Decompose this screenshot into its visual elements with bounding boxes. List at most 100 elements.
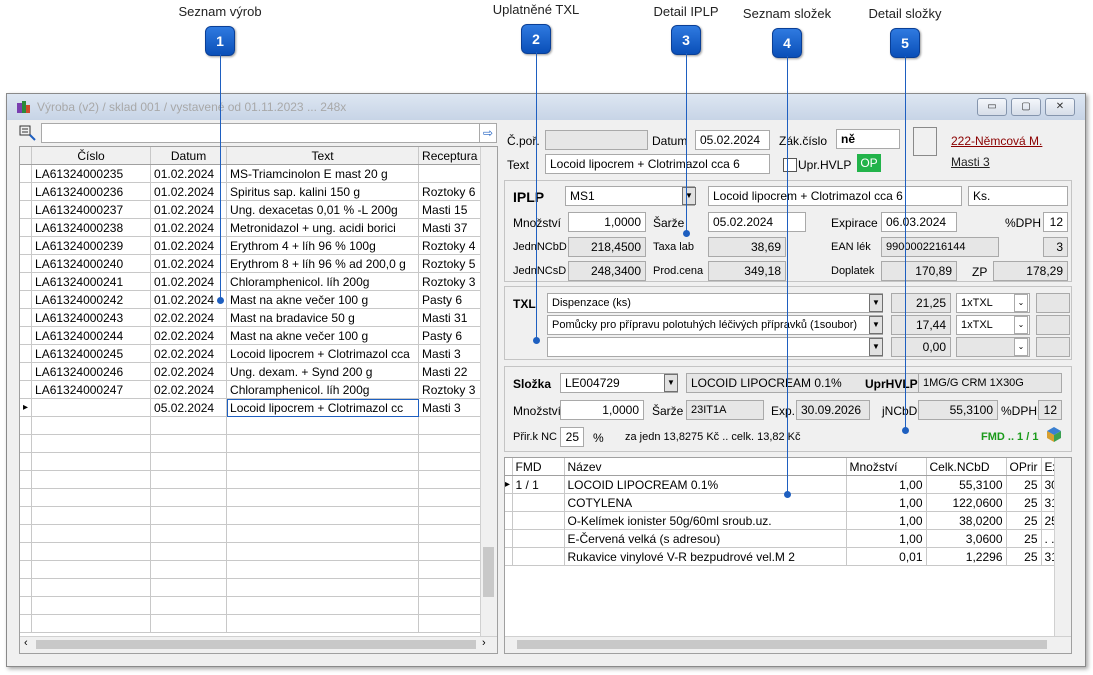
cell-cislo[interactable]: LA61324000237 — [31, 200, 152, 219]
comp-cell-nazev[interactable]: Rukavice vinylové V-R bezpudrové vel.M 2 — [564, 547, 847, 566]
table-row[interactable] — [20, 452, 482, 471]
txl-name-dropdown-icon[interactable]: ▼ — [869, 316, 883, 334]
cell-datum[interactable]: 01.02.2024 — [150, 218, 228, 237]
cell-text[interactable]: Erythrom 8 + líh 96 % ad 200,0 g — [226, 254, 420, 273]
iplp-dph-field[interactable]: 12 — [1043, 212, 1068, 232]
cell-datum[interactable] — [150, 506, 228, 525]
cell-text[interactable]: Chloramphenicol. líh 200g — [226, 380, 420, 399]
cell-cislo[interactable]: LA61324000245 — [31, 344, 152, 363]
table-row[interactable] — [20, 488, 482, 507]
cell-cislo[interactable] — [31, 524, 152, 543]
cell-text[interactable] — [226, 470, 420, 489]
cell-text[interactable] — [226, 560, 420, 579]
txl-name-field[interactable]: Pomůcky pro přípravu polotuhých léčivých… — [547, 315, 883, 335]
comp-scroll-h-thumb[interactable] — [517, 640, 1047, 649]
cell-text[interactable] — [226, 452, 420, 471]
table-row[interactable] — [20, 524, 482, 543]
cell-receptura[interactable]: Masti 31 — [418, 308, 482, 327]
list-item[interactable]: Rukavice vinylové V-R bezpudrové vel.M 2… — [505, 547, 1063, 566]
search-go-button[interactable]: ⇨ — [479, 123, 497, 143]
horizontal-scrollbar[interactable]: ‹ › — [20, 636, 497, 653]
cell-cislo[interactable]: LA61324000241 — [31, 272, 152, 291]
iplp-expirace-field[interactable]: 06.03.2024 — [881, 212, 957, 232]
comp-cell-nazev[interactable]: LOCOID LIPOCREAM 0.1% — [564, 475, 847, 494]
cell-datum[interactable]: 01.02.2024 — [150, 182, 228, 201]
cell-cislo[interactable]: LA61324000240 — [31, 254, 152, 273]
cell-datum[interactable]: 05.02.2024 — [150, 398, 228, 417]
cell-datum[interactable] — [150, 416, 228, 435]
iplp-sarze-field[interactable]: 05.02.2024 — [708, 212, 806, 232]
cell-receptura[interactable] — [418, 614, 482, 633]
cell-cislo[interactable]: LA61324000236 — [31, 182, 152, 201]
scroll-thumb[interactable] — [483, 547, 494, 597]
fmd-box-icon[interactable] — [1045, 425, 1063, 443]
cell-cislo[interactable]: LA61324000243 — [31, 308, 152, 327]
table-row[interactable]: LA61324000236 01.02.2024 Spiritus sap. kal… — [20, 182, 482, 201]
comp-cell-oprir[interactable]: 25 — [1006, 493, 1042, 512]
cell-cislo[interactable]: LA61324000238 — [31, 218, 152, 237]
cell-text[interactable]: Mast na akne večer 100 g — [226, 290, 420, 309]
cell-cislo[interactable] — [31, 452, 152, 471]
cell-datum[interactable] — [150, 452, 228, 471]
cell-cislo[interactable] — [31, 560, 152, 579]
cell-receptura[interactable] — [418, 488, 482, 507]
cell-text[interactable] — [226, 596, 420, 615]
scroll-h-thumb[interactable] — [36, 640, 476, 649]
txl-name-field[interactable]: Dispenzace (ks) — [547, 293, 883, 313]
cell-datum[interactable]: 01.02.2024 — [150, 254, 228, 273]
comp-cell-nazev[interactable]: E-Červená velká (s adresou) — [564, 529, 847, 548]
cell-receptura[interactable]: Roztoky 4 — [418, 236, 482, 255]
comp-cell-celk-ncbd[interactable]: 55,3100 — [926, 475, 1007, 494]
cell-text[interactable]: Locoid lipocrem + Clotrimazol cc — [226, 398, 420, 417]
cell-receptura[interactable]: Masti 22 — [418, 362, 482, 381]
table-row[interactable] — [20, 596, 482, 615]
cell-cislo[interactable]: LA61324000246 — [31, 362, 152, 381]
scroll-left-icon[interactable]: ‹ — [24, 637, 28, 649]
comp-cell-celk-ncbd[interactable]: 122,0600 — [926, 493, 1007, 512]
comp-cell-oprir[interactable]: 25 — [1006, 511, 1042, 530]
comp-cell-oprir[interactable]: 25 — [1006, 547, 1042, 566]
iplp-mnozstvi-field[interactable]: 1,0000 — [568, 212, 646, 232]
cell-text[interactable]: Locoid lipocrem + Clotrimazol cca — [226, 344, 420, 363]
cell-receptura[interactable] — [418, 506, 482, 525]
filter-icon[interactable] — [19, 125, 37, 141]
comp-cell-mnozstvi[interactable]: 1,00 — [846, 493, 927, 512]
cell-cislo[interactable] — [31, 398, 152, 417]
comp-header-celk-ncbd[interactable]: Celk.NCbD — [926, 458, 1007, 476]
table-row[interactable] — [20, 542, 482, 561]
cell-receptura[interactable]: Masti 3 — [418, 398, 482, 417]
cell-cislo[interactable]: LA61324000247 — [31, 380, 152, 399]
cell-receptura[interactable]: Roztoky 5 — [418, 254, 482, 273]
comp-cell-nazev[interactable]: COTYLENA — [564, 493, 847, 512]
slozka-mnozstvi-field[interactable]: 1,0000 — [560, 400, 644, 420]
table-row[interactable]: LA61324000235 01.02.2024 MS-Triamcinolon E… — [20, 164, 482, 183]
txl-name-dropdown-icon[interactable]: ▼ — [869, 294, 883, 312]
cell-text[interactable]: Mast na bradavice 50 g — [226, 308, 420, 327]
table-row[interactable]: LA61324000239 01.02.2024 Erythrom 4 + líh… — [20, 236, 482, 255]
cell-text[interactable]: Ung. dexacetas 0,01 % -L 200g — [226, 200, 420, 219]
cell-datum[interactable]: 01.02.2024 — [150, 272, 228, 291]
cell-receptura[interactable]: Masti 15 — [418, 200, 482, 219]
cell-datum[interactable]: 02.02.2024 — [150, 326, 228, 345]
comp-header-oprir[interactable]: OPrir — [1006, 458, 1042, 476]
table-row[interactable] — [20, 614, 482, 633]
cell-receptura[interactable] — [418, 596, 482, 615]
cell-receptura[interactable]: Pasty 6 — [418, 326, 482, 345]
column-header-datum[interactable]: Datum — [150, 147, 228, 165]
zak-cislo-field[interactable]: ně — [836, 129, 900, 149]
txl-unit-dropdown-icon[interactable]: ⌄ — [1014, 338, 1028, 356]
cell-datum[interactable]: 01.02.2024 — [150, 164, 228, 183]
cell-text[interactable]: MS-Triamcinolon E mast 20 g — [226, 164, 420, 183]
cell-receptura[interactable] — [418, 452, 482, 471]
cell-datum[interactable]: 01.02.2024 — [150, 290, 228, 309]
cell-datum[interactable] — [150, 524, 228, 543]
iplp-name-field[interactable]: Locoid lipocrem + Clotrimazol cca 6 — [708, 186, 962, 206]
cell-cislo[interactable]: LA61324000244 — [31, 326, 152, 345]
comp-vertical-scrollbar[interactable] — [1054, 458, 1071, 638]
table-row[interactable] — [20, 416, 482, 435]
cell-datum[interactable] — [150, 470, 228, 489]
comp-cell-mnozstvi[interactable]: 1,00 — [846, 511, 927, 530]
cell-text[interactable] — [226, 524, 420, 543]
cell-datum[interactable]: 02.02.2024 — [150, 344, 228, 363]
table-row[interactable]: LA61324000244 02.02.2024 Mast na akne veče… — [20, 326, 482, 345]
